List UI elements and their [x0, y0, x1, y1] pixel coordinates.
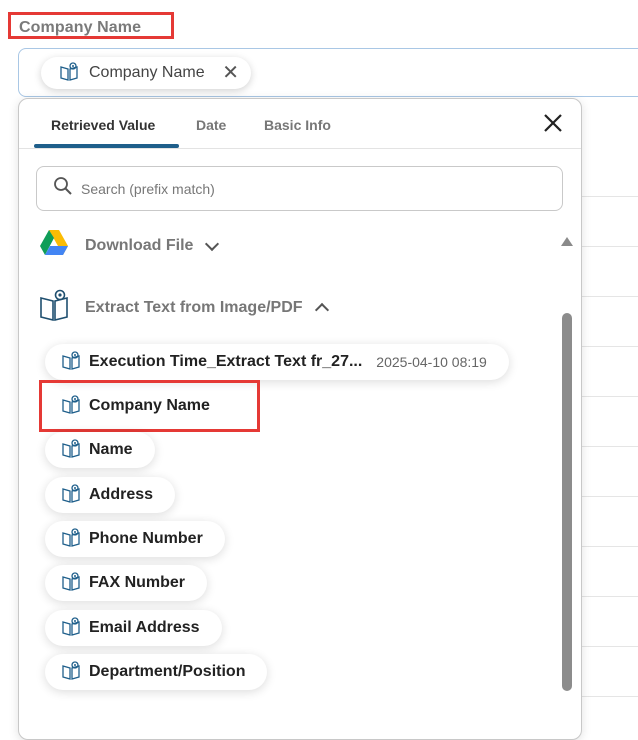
section-label: Download File: [85, 236, 194, 254]
tab-bar: Retrieved Value Date Basic Info: [19, 99, 581, 149]
list-item-phone-number[interactable]: Phone Number: [45, 521, 225, 557]
selected-value-chip[interactable]: Company Name ✕: [41, 57, 251, 89]
book-eye-icon: [61, 438, 81, 463]
list-item-email-address[interactable]: Email Address: [45, 610, 222, 646]
background-grid: [578, 148, 638, 701]
list-item-address[interactable]: Address: [45, 477, 176, 513]
section-label: Extract Text from Image/PDF: [85, 298, 303, 316]
book-eye-icon: [61, 527, 81, 552]
book-eye-icon: [61, 660, 81, 685]
close-icon[interactable]: ✕: [222, 63, 239, 83]
item-timestamp: 2025-04-10 08:19: [376, 354, 487, 370]
search-placeholder: Search (prefix match): [81, 180, 215, 197]
close-icon[interactable]: [539, 111, 567, 139]
item-label: FAX Number: [89, 574, 186, 591]
field-label: Company Name: [8, 12, 174, 39]
tab-basic-info[interactable]: Basic Info: [264, 117, 331, 133]
variable-picker-dropdown: Retrieved Value Date Basic Info Search (…: [18, 98, 582, 740]
item-label: Name: [89, 441, 133, 458]
search-icon: [53, 176, 73, 201]
book-eye-icon: [61, 571, 81, 596]
google-drive-icon: [39, 229, 69, 262]
list-item-execution-time[interactable]: Execution Time_Extract Text fr_27... 202…: [45, 344, 509, 380]
list-item-fax-number[interactable]: FAX Number: [45, 565, 208, 601]
highlight-box: [39, 380, 260, 432]
search-input[interactable]: Search (prefix match): [36, 166, 563, 211]
tab-date[interactable]: Date: [196, 117, 226, 133]
chevron-down-icon: [205, 236, 220, 251]
list-item-department-position[interactable]: Department/Position: [45, 654, 268, 690]
book-eye-icon: [59, 61, 79, 86]
book-eye-icon: [39, 289, 69, 326]
scroll-up-arrow[interactable]: [561, 237, 573, 246]
tab-retrieved-value[interactable]: Retrieved Value: [51, 117, 155, 133]
selected-value-label: Company Name: [89, 64, 205, 81]
list-item-name[interactable]: Name: [45, 432, 155, 468]
book-eye-icon: [61, 483, 81, 508]
book-eye-icon: [61, 616, 81, 641]
section-download-file[interactable]: Download File: [39, 229, 220, 262]
item-label: Address: [89, 486, 154, 503]
book-eye-icon: [61, 350, 81, 375]
section-extract-text[interactable]: Extract Text from Image/PDF: [39, 289, 329, 326]
item-label: Department/Position: [89, 663, 246, 680]
scrollbar-thumb[interactable]: [562, 313, 572, 691]
active-tab-indicator: [34, 144, 179, 148]
item-label: Execution Time_Extract Text fr_27...: [89, 353, 363, 370]
item-label: Email Address: [89, 619, 200, 636]
chevron-up-icon: [314, 302, 329, 317]
item-label: Phone Number: [89, 530, 203, 547]
value-input[interactable]: Company Name ✕: [18, 48, 638, 97]
